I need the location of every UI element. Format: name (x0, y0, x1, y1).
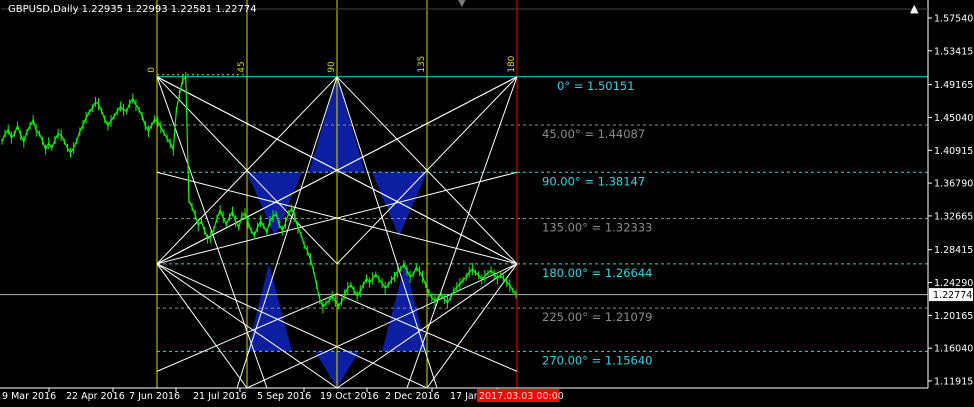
current-price-label: 1.22774 (933, 290, 972, 301)
y-tick-label: 1.36790 (934, 179, 973, 190)
axes: 1.575401.534151.491651.450401.409151.367… (0, 0, 973, 402)
gann-fill-triangle (382, 263, 427, 352)
x-tick-label: 22 Apr 2016 (66, 391, 125, 402)
y-tick-label: 1.32665 (934, 211, 973, 222)
gann-level-label: 90.00° = 1.38147 (542, 174, 645, 188)
triangle-up-icon[interactable]: ▲ (910, 3, 918, 14)
gann-level-label: 180.00° = 1.26644 (542, 266, 653, 280)
gann-fill-triangle (372, 172, 427, 237)
y-tick-label: 1.20165 (934, 311, 973, 322)
triangle-down-icon[interactable]: ▼ (458, 0, 466, 9)
gann-level-labels: 0° = 1.50151 45.00° = 1.44087 90.00° = 1.3… (542, 79, 653, 368)
gann-time-labels: 0 45 90 135 180 (147, 55, 517, 72)
gann-time-label: 0 (147, 67, 157, 73)
gann-time-label: 180 (507, 55, 517, 72)
y-tick-label: 1.49165 (934, 80, 973, 91)
x-tick-label: 7 Jun 2016 (129, 391, 180, 402)
y-tick-label: 1.11915 (934, 377, 973, 388)
chart-header: GBPUSD,Daily 1.22935 1.22993 1.22581 1.2… (0, 0, 974, 20)
gann-time-label: 90 (327, 61, 337, 73)
gann-level-label: 0° = 1.50151 (557, 79, 635, 93)
gann-level-lines (0, 76, 928, 352)
x-tick-label: 17 Jan (450, 391, 480, 402)
gann-level-label: 45.00° = 1.44087 (542, 127, 645, 141)
gann-fill-triangle (247, 172, 302, 237)
gann-time-lines (156, 0, 518, 388)
gann-level-label: 135.00° = 1.32333 (542, 221, 653, 235)
x-tick-label: 9 Mar 2016 (2, 391, 56, 402)
y-tick-label: 1.45040 (934, 113, 973, 124)
gann-fan-line (406, 76, 518, 389)
gann-fan-line (156, 263, 248, 389)
x-tick-label: 21 Jul 2016 (193, 391, 247, 402)
y-tick-label: 1.16040 (934, 344, 973, 355)
gann-level-label: 225.00° = 1.21079 (542, 310, 653, 324)
y-tick-label: 1.53415 (934, 46, 973, 57)
y-tick-label: 1.24290 (934, 278, 973, 289)
gann-fill-triangle (247, 263, 292, 352)
symbol-ohlc-label: GBPUSD,Daily 1.22935 1.22993 1.22581 1.2… (8, 4, 257, 15)
y-tick-label: 1.40915 (934, 146, 973, 157)
gann-level-label: 270.00° = 1.15640 (542, 353, 653, 367)
y-tick-label: 1.28415 (934, 245, 973, 256)
x-tick-label: 19 Oct 2016 (320, 391, 379, 402)
gann-fan-line (156, 263, 428, 389)
gann-time-label: 45 (237, 61, 247, 72)
x-tick-label: 2 Dec 2016 (385, 391, 440, 402)
x-tick-label: 5 Sep 2016 (257, 391, 311, 402)
cursor-time-label: 2017.03.03 00:00 (479, 391, 564, 402)
chart-canvas[interactable]: 0° = 1.50151 45.00° = 1.44087 90.00° = 1.3… (0, 0, 974, 407)
gann-time-label: 135 (417, 56, 427, 73)
